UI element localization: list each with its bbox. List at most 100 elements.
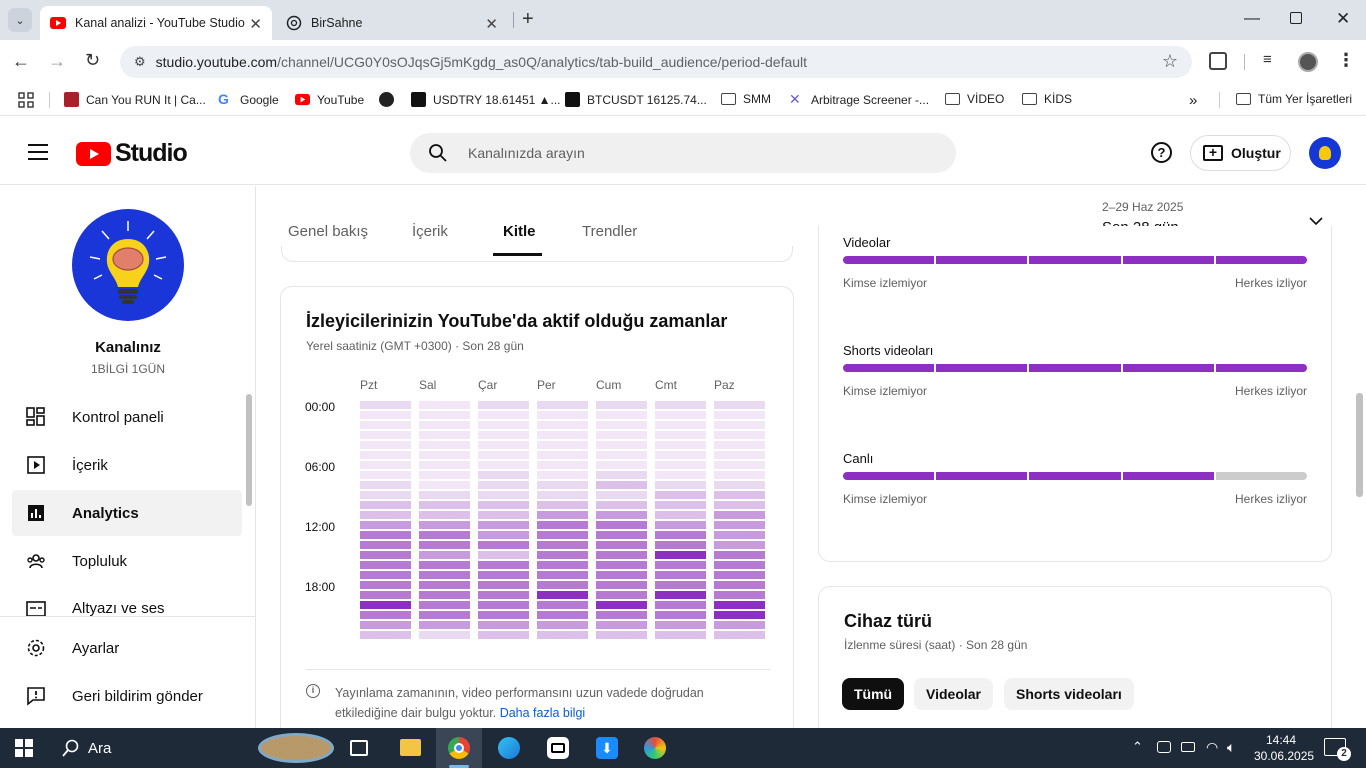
heatmap-cell[interactable] <box>537 531 588 539</box>
help-icon[interactable]: ? <box>1151 142 1172 163</box>
heatmap-cell[interactable] <box>596 551 647 559</box>
bookmark-canyourunit[interactable]: Can You RUN It | Ca... <box>64 92 206 107</box>
restore-button[interactable] <box>1290 12 1302 24</box>
forward-button[interactable]: → <box>48 51 66 72</box>
heatmap-cell[interactable] <box>714 481 765 489</box>
heatmap-cell[interactable] <box>478 581 529 589</box>
heatmap-cell[interactable] <box>478 471 529 479</box>
heatmap-cell[interactable] <box>478 611 529 619</box>
heatmap-cell[interactable] <box>596 411 647 419</box>
heatmap-cell[interactable] <box>537 491 588 499</box>
heatmap-cell[interactable] <box>419 551 470 559</box>
heatmap-cell[interactable] <box>478 451 529 459</box>
heatmap-cell[interactable] <box>360 431 411 439</box>
heatmap-cell[interactable] <box>419 481 470 489</box>
heatmap-cell[interactable] <box>419 411 470 419</box>
new-tab-button[interactable]: + <box>522 9 534 29</box>
sidebar-item-settings[interactable]: Ayarlar <box>12 625 242 671</box>
heatmap-cell[interactable] <box>478 491 529 499</box>
heatmap-cell[interactable] <box>478 621 529 629</box>
heatmap-cell[interactable] <box>714 471 765 479</box>
heatmap-cell[interactable] <box>537 461 588 469</box>
heatmap-cell[interactable] <box>655 591 706 599</box>
paint-icon[interactable] <box>644 737 666 759</box>
heatmap-cell[interactable] <box>714 591 765 599</box>
heatmap-cell[interactable] <box>419 521 470 529</box>
heatmap-cell[interactable] <box>478 591 529 599</box>
file-explorer-icon[interactable] <box>400 739 421 756</box>
heatmap-cell[interactable] <box>596 611 647 619</box>
heatmap-cell[interactable] <box>419 591 470 599</box>
sidebar-item-analytics[interactable]: Analytics <box>12 490 242 536</box>
sidebar-item-community[interactable]: Topluluk <box>12 538 242 584</box>
heatmap-cell[interactable] <box>360 451 411 459</box>
heatmap-cell[interactable] <box>478 401 529 409</box>
heatmap-cell[interactable] <box>596 491 647 499</box>
heatmap-cell[interactable] <box>596 461 647 469</box>
heatmap-cell[interactable] <box>419 601 470 609</box>
heatmap-cell[interactable] <box>596 561 647 569</box>
heatmap-cell[interactable] <box>537 451 588 459</box>
capcut-icon[interactable] <box>547 737 569 759</box>
heatmap-cell[interactable] <box>714 561 765 569</box>
heatmap-cell[interactable] <box>537 521 588 529</box>
chip-shorts[interactable]: Shorts videoları <box>1004 678 1134 710</box>
heatmap-cell[interactable] <box>360 631 411 639</box>
heatmap-cell[interactable] <box>360 411 411 419</box>
heatmap-cell[interactable] <box>478 571 529 579</box>
heatmap-cell[interactable] <box>478 481 529 489</box>
minimize-button[interactable]: — <box>1244 10 1260 28</box>
heatmap-cell[interactable] <box>596 481 647 489</box>
heatmap-cell[interactable] <box>596 421 647 429</box>
bookmark-usdtry[interactable]: USDTRY 18.61451 ▲... <box>411 92 561 107</box>
heatmap-cell[interactable] <box>478 601 529 609</box>
bookmark-star-icon[interactable]: ☆ <box>1162 51 1178 72</box>
page-scrollbar[interactable] <box>1356 393 1363 497</box>
heatmap-cell[interactable] <box>419 511 470 519</box>
search-input[interactable]: Kanalınızda arayın <box>410 133 956 173</box>
heatmap-cell[interactable] <box>478 421 529 429</box>
heatmap-cell[interactable] <box>655 611 706 619</box>
tab-overview[interactable]: Genel bakış <box>288 223 368 240</box>
sidebar-scrollbar[interactable] <box>246 394 252 506</box>
heatmap-cell[interactable] <box>714 401 765 409</box>
heatmap-cell[interactable] <box>537 561 588 569</box>
heatmap-cell[interactable] <box>714 551 765 559</box>
site-info-icon[interactable]: ⚙ <box>134 54 146 70</box>
heatmap-cell[interactable] <box>714 451 765 459</box>
bookmark-folder-kids[interactable]: KİDS <box>1022 92 1072 106</box>
heatmap-cell[interactable] <box>596 521 647 529</box>
volume-icon[interactable]: 🔈︎ <box>1227 739 1235 756</box>
tray-overflow-icon[interactable]: ⌃ <box>1132 739 1143 755</box>
all-bookmarks-button[interactable]: Tüm Yer İşaretleri <box>1236 92 1352 106</box>
heatmap-cell[interactable] <box>714 491 765 499</box>
studio-logo[interactable]: Studio <box>76 139 188 168</box>
heatmap-cell[interactable] <box>655 461 706 469</box>
heatmap-cell[interactable] <box>360 551 411 559</box>
heatmap-cell[interactable] <box>419 561 470 569</box>
edge-icon[interactable] <box>498 737 520 759</box>
heatmap-cell[interactable] <box>419 401 470 409</box>
heatmap-cell[interactable] <box>714 581 765 589</box>
heatmap-cell[interactable] <box>596 571 647 579</box>
heatmap-cell[interactable] <box>655 561 706 569</box>
heatmap-cell[interactable] <box>360 501 411 509</box>
heatmap-cell[interactable] <box>419 421 470 429</box>
heatmap-cell[interactable] <box>655 401 706 409</box>
heatmap-cell[interactable] <box>714 621 765 629</box>
heatmap-cell[interactable] <box>596 471 647 479</box>
sidebar-item-feedback[interactable]: Geri bildirim gönder <box>12 673 242 719</box>
heatmap-cell[interactable] <box>714 541 765 549</box>
heatmap-cell[interactable] <box>360 461 411 469</box>
heatmap-cell[interactable] <box>478 431 529 439</box>
meet-now-icon[interactable] <box>1157 741 1171 753</box>
heatmap-cell[interactable] <box>714 511 765 519</box>
back-button[interactable]: ← <box>12 51 30 72</box>
heatmap-cell[interactable] <box>360 591 411 599</box>
clock-time[interactable]: 14:44 <box>1266 733 1296 747</box>
window-close-button[interactable]: ✕ <box>1336 9 1350 29</box>
heatmap-cell[interactable] <box>478 561 529 569</box>
account-avatar[interactable] <box>1309 137 1341 169</box>
heatmap-cell[interactable] <box>655 531 706 539</box>
heatmap-cell[interactable] <box>714 631 765 639</box>
